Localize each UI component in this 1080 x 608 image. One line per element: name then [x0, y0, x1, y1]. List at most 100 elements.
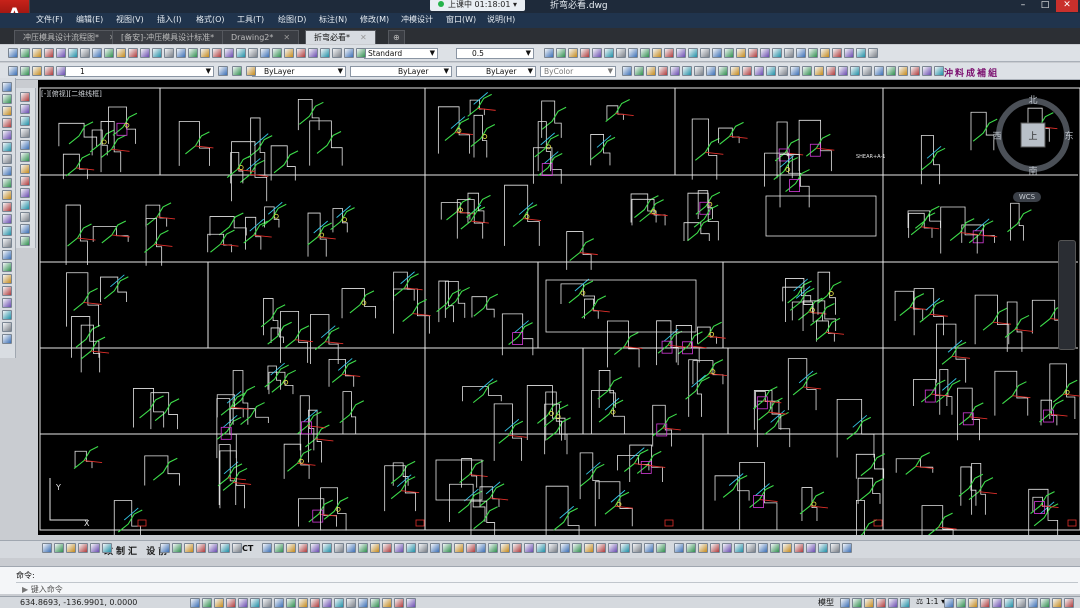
modify-tool-icon[interactable]: [2, 166, 12, 176]
modify-tool-icon[interactable]: [2, 106, 12, 116]
standard-tool-icon[interactable]: [356, 48, 366, 58]
command-input[interactable]: ▶ 键入命令: [22, 584, 63, 594]
wcs-menu[interactable]: WCS: [1013, 192, 1041, 202]
bottom-b-tool-icon[interactable]: [196, 543, 206, 553]
stamping-tool-icon[interactable]: [718, 66, 728, 76]
modify-tool-icon[interactable]: [2, 334, 12, 344]
bottom-b-tool-icon[interactable]: [220, 543, 230, 553]
draw-tool-icon[interactable]: [20, 128, 30, 138]
bottom-e-tool-icon[interactable]: [710, 543, 720, 553]
status-tool-icon[interactable]: [262, 598, 272, 608]
bottom-e-tool-icon[interactable]: [674, 543, 684, 553]
stamping-tool-icon[interactable]: [898, 66, 908, 76]
render-tool-icon[interactable]: [676, 48, 686, 58]
status-tool-icon[interactable]: [250, 598, 260, 608]
standard-tool-icon[interactable]: [104, 48, 114, 58]
minimize-button[interactable]: –: [1012, 0, 1034, 12]
stamping-tool-icon[interactable]: [886, 66, 896, 76]
stamping-tool-icon[interactable]: [646, 66, 656, 76]
standard-tool-icon[interactable]: [272, 48, 282, 58]
status-tray-tool-icon[interactable]: [944, 598, 954, 608]
standard-tool-icon[interactable]: [116, 48, 126, 58]
render-tool-icon[interactable]: [856, 48, 866, 58]
render-tool-icon[interactable]: [796, 48, 806, 58]
render-tool-icon[interactable]: [688, 48, 698, 58]
bottom-d-tool-icon[interactable]: [644, 543, 654, 553]
bottom-d-tool-icon[interactable]: [560, 543, 570, 553]
menu-dimension[interactable]: 标注(N): [319, 14, 347, 26]
status-tray-tool-icon[interactable]: [992, 598, 1002, 608]
render-tool-icon[interactable]: [712, 48, 722, 58]
status-tray-tool-icon[interactable]: [1028, 598, 1038, 608]
drawing-canvas[interactable]: [-][俯视][二维线框] SHEAR+A-1 Y X 上 北 南 东 西 WCS: [38, 80, 1080, 535]
bottom-d-tool-icon[interactable]: [632, 543, 642, 553]
status-tool-icon[interactable]: [202, 598, 212, 608]
bottom-c-tool-icon[interactable]: [286, 543, 296, 553]
modify-tool-icon[interactable]: [2, 214, 12, 224]
stamping-tool-icon[interactable]: [622, 66, 632, 76]
linetype-select[interactable]: ByLayer ▼: [350, 66, 452, 77]
bottom-c-tool-icon[interactable]: [298, 543, 308, 553]
close-icon[interactable]: ✕: [283, 33, 290, 42]
stamping-tool-icon[interactable]: [682, 66, 692, 76]
status-tool-icon[interactable]: [382, 598, 392, 608]
status-tray-tool-icon[interactable]: [1004, 598, 1014, 608]
bottom-e-tool-icon[interactable]: [698, 543, 708, 553]
viewcube[interactable]: 上 北 南 东 西: [993, 95, 1073, 175]
status-right-tool-icon[interactable]: [840, 598, 850, 608]
bottom-d-tool-icon[interactable]: [524, 543, 534, 553]
standard-tool-icon[interactable]: [32, 48, 42, 58]
status-tool-icon[interactable]: [358, 598, 368, 608]
stamping-tool-icon[interactable]: [790, 66, 800, 76]
bottom-c-tool-icon[interactable]: [358, 543, 368, 553]
modify-tool-icon[interactable]: [2, 322, 12, 332]
draw-tool-icon[interactable]: [20, 224, 30, 234]
status-tray-tool-icon[interactable]: [1064, 598, 1074, 608]
bottom-c-tool-icon[interactable]: [346, 543, 356, 553]
status-tool-icon[interactable]: [298, 598, 308, 608]
modify-tool-icon[interactable]: [2, 250, 12, 260]
standard-tool-icon[interactable]: [152, 48, 162, 58]
modify-tool-icon[interactable]: [2, 310, 12, 320]
bottom-b-tool-icon[interactable]: [232, 543, 242, 553]
menu-edit[interactable]: 编辑(E): [76, 14, 103, 26]
bottom-e-tool-icon[interactable]: [830, 543, 840, 553]
status-tool-icon[interactable]: [322, 598, 332, 608]
layer-tool-icon[interactable]: [8, 66, 18, 76]
custom-stamping-tools[interactable]: 沖料成補組: [944, 66, 999, 79]
draw-tool-icon[interactable]: [20, 236, 30, 246]
render-tool-icon[interactable]: [736, 48, 746, 58]
stamping-tool-icon[interactable]: [730, 66, 740, 76]
render-tool-icon[interactable]: [820, 48, 830, 58]
render-tool-icon[interactable]: [832, 48, 842, 58]
standard-tool-icon[interactable]: [320, 48, 330, 58]
render-tool-icon[interactable]: [640, 48, 650, 58]
bottom-c-tool-icon[interactable]: [322, 543, 332, 553]
bottom-a-tool-icon[interactable]: [78, 543, 88, 553]
modify-tool-icon[interactable]: [2, 178, 12, 188]
custom-tool-label[interactable]: 沖: [944, 69, 955, 79]
modify-tool-icon[interactable]: [2, 118, 12, 128]
bottom-a-tool-icon[interactable]: [42, 543, 52, 553]
annotation-scale[interactable]: ⚖ 1:1 ▾: [916, 597, 945, 606]
custom-tool-label[interactable]: 制: [116, 547, 128, 557]
bottom-e-tool-icon[interactable]: [782, 543, 792, 553]
standard-tool-icon[interactable]: [20, 48, 30, 58]
layer-state-tool-icon[interactable]: [232, 66, 242, 76]
navigation-bar[interactable]: [1058, 240, 1076, 350]
stamping-tool-icon[interactable]: [862, 66, 872, 76]
standard-tool-icon[interactable]: [188, 48, 198, 58]
recording-indicator[interactable]: 上课中 01:18:01 ▾: [430, 0, 526, 11]
standard-tool-icon[interactable]: [176, 48, 186, 58]
bottom-a-tool-icon[interactable]: [66, 543, 76, 553]
status-tool-icon[interactable]: [226, 598, 236, 608]
bottom-b-tool-icon[interactable]: [184, 543, 194, 553]
standard-tool-icon[interactable]: [260, 48, 270, 58]
status-tool-icon[interactable]: [286, 598, 296, 608]
status-right-tool-icon[interactable]: [864, 598, 874, 608]
bottom-d-tool-icon[interactable]: [584, 543, 594, 553]
standard-tool-icon[interactable]: [332, 48, 342, 58]
lineweight-property-select[interactable]: ByLayer ▼: [456, 66, 536, 77]
status-tool-icon[interactable]: [274, 598, 284, 608]
close-button[interactable]: ✕: [1056, 0, 1078, 12]
